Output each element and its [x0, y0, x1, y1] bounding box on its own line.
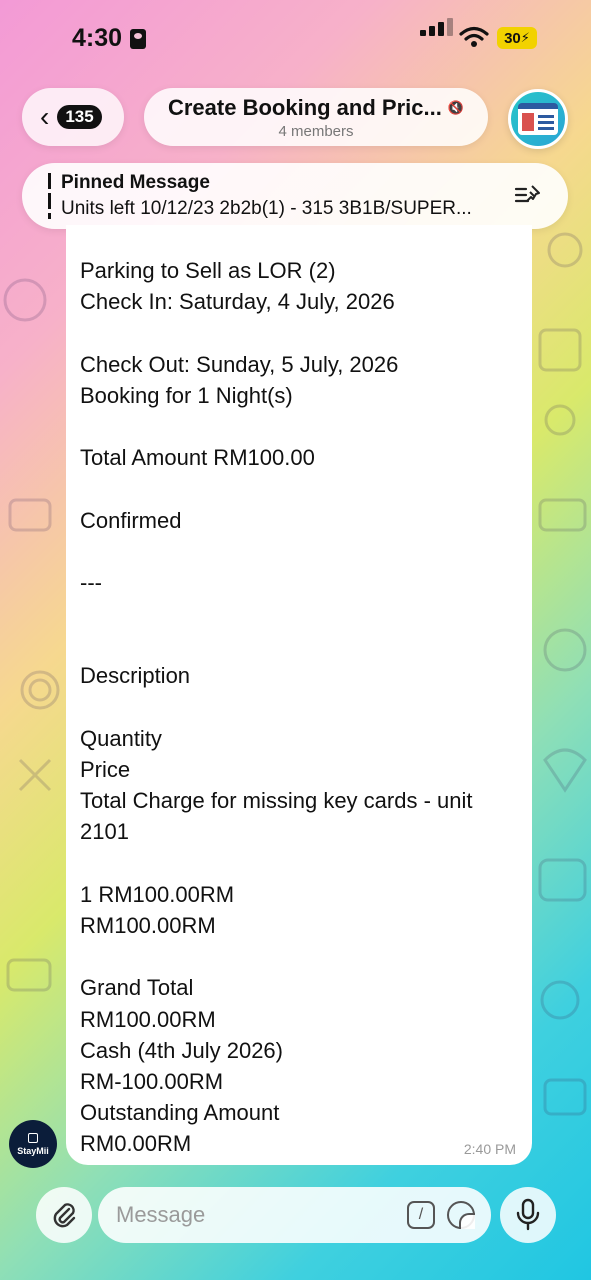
muted-speaker-icon: 🔇	[447, 100, 465, 115]
message-line	[80, 473, 520, 504]
message-input[interactable]: Message /	[98, 1187, 491, 1243]
message-line: RM100.00RM	[80, 1006, 216, 1032]
status-bar: 4:30 30 ⚡	[0, 0, 591, 80]
chat-title: Create Booking and Pric...	[167, 95, 442, 120]
status-time: 4:30	[72, 24, 147, 53]
message-line: Parking to Sell as LOR (2)	[80, 258, 336, 283]
wifi-icon	[459, 26, 489, 47]
message-line: Total Charge for missing key cards - uni…	[80, 788, 473, 814]
paperclip-icon	[53, 1203, 76, 1228]
message-line: Quantity	[80, 725, 162, 751]
message-line: Grand Total	[80, 975, 194, 1001]
bot-avatar[interactable]: StayMii	[9, 1120, 57, 1168]
contact-card-icon	[130, 28, 147, 49]
member-count: 4 members	[278, 123, 354, 140]
pinned-indicator	[48, 173, 51, 219]
message-line: Outstanding Amount	[80, 1100, 280, 1126]
voice-message-button[interactable]	[500, 1187, 556, 1243]
message-line: RM100.00RM	[80, 912, 216, 938]
message-line: Booking for 1 Night(s)	[80, 382, 293, 408]
chevron-left-icon: ‹	[40, 101, 50, 132]
message-line: Confirmed	[80, 507, 182, 533]
message-line	[80, 317, 520, 348]
message-line	[80, 941, 520, 972]
message-text: Parking to Sell as LOR (2) Check In: Satu…	[80, 255, 520, 1159]
pinned-message-bar[interactable]: Pinned Message Units left 10/12/23 2b2b(…	[22, 163, 568, 229]
message-line: RM0.00RM	[80, 1131, 192, 1157]
back-button[interactable]: ‹ 135	[22, 88, 124, 146]
attach-button[interactable]	[36, 1187, 92, 1243]
group-avatar[interactable]	[508, 89, 568, 149]
microphone-icon	[516, 1198, 540, 1231]
command-icon[interactable]: /	[407, 1201, 435, 1229]
message-line: Cash (4th July 2026)	[80, 1037, 283, 1063]
message-line	[80, 536, 520, 567]
message-placeholder: Message	[116, 1202, 206, 1227]
message-line: 2101	[80, 819, 129, 845]
message-line: Check Out: Sunday, 5 July, 2026	[80, 351, 399, 377]
message-timestamp: 2:40 PM	[463, 1141, 516, 1157]
message-line: RM-100.00RM	[80, 1068, 224, 1094]
message-line: Description	[80, 663, 191, 689]
message-line	[80, 848, 520, 879]
group-avatar-image	[518, 103, 558, 135]
message-line	[80, 692, 520, 723]
message-line: ---	[80, 569, 102, 595]
sticker-icon[interactable]	[447, 1201, 475, 1229]
pinned-label: Pinned Message	[61, 172, 210, 193]
message-line: Check In: Saturday, 4 July, 2026	[80, 289, 395, 315]
message-line	[80, 598, 520, 629]
message-line: Total Amount RM100.00	[80, 445, 315, 471]
message-line	[80, 629, 520, 660]
message-bubble[interactable]: Parking to Sell as LOR (2) Check In: Satu…	[66, 225, 532, 1165]
unread-count-badge: 135	[57, 105, 102, 129]
chat-header[interactable]: Create Booking and Pric... 🔇 4 members	[144, 88, 488, 146]
message-line	[80, 411, 520, 442]
building-icon	[28, 1132, 38, 1143]
pinned-text: Units left 10/12/23 2b2b(1) - 315 3B1B/S…	[61, 198, 472, 219]
message-line: 1 RM100.00RM	[80, 881, 235, 907]
cellular-signal-icon	[420, 18, 453, 36]
pin-list-icon[interactable]	[514, 183, 542, 207]
battery-indicator: 30 ⚡	[497, 27, 537, 49]
message-line: Price	[80, 757, 131, 782]
